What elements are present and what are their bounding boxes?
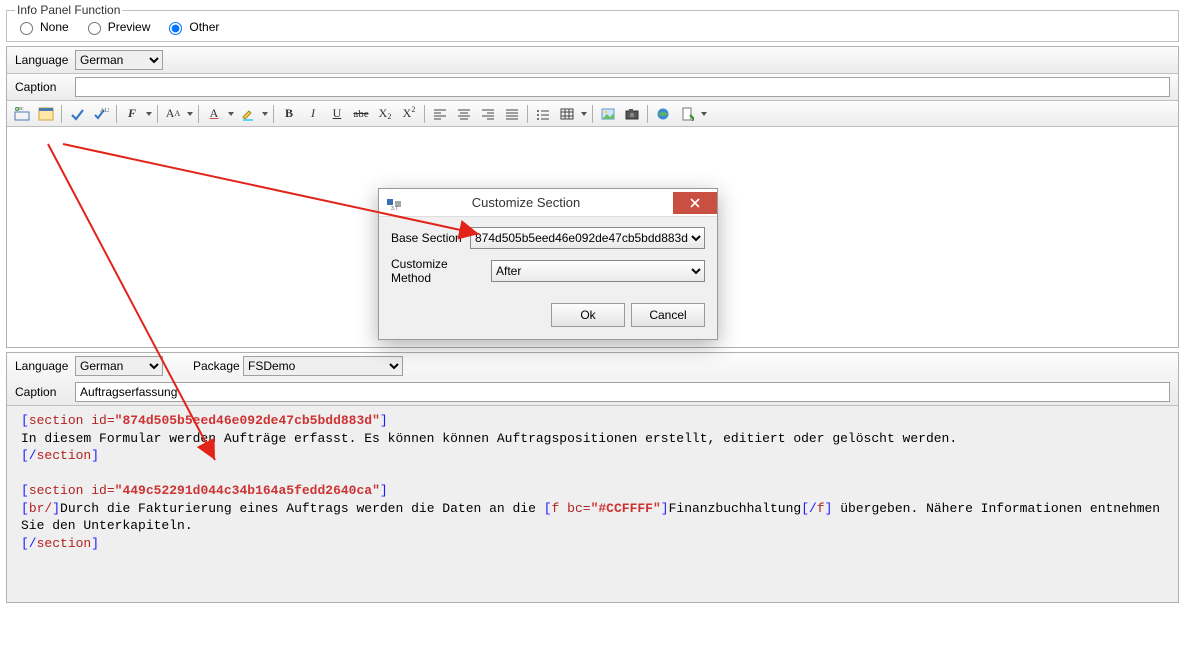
align-left-icon[interactable] [429, 103, 451, 125]
radio-other-label: Other [189, 20, 219, 34]
customize-method-label: Customize Method [391, 257, 491, 285]
toolbar-separator [198, 105, 199, 123]
bottom-language-select[interactable]: German [75, 356, 163, 376]
top-caption-input[interactable] [75, 77, 1170, 97]
base-section-label: Base Section [391, 231, 470, 245]
highlight-color-icon[interactable] [237, 103, 259, 125]
camera-icon[interactable] [621, 103, 643, 125]
document-link-icon[interactable] [676, 103, 698, 125]
dialog-app-icon: 3.7 [385, 194, 403, 212]
code-area[interactable]: [section id="874d505b5eed46e092de47cb5bd… [7, 406, 1178, 602]
globe-link-icon[interactable] [652, 103, 674, 125]
bottom-caption-label: Caption [15, 385, 75, 399]
dialog-titlebar[interactable]: 3.7 Customize Section [379, 189, 717, 217]
radio-none-label: None [40, 20, 69, 34]
customize-section-dialog: 3.7 Customize Section Base Section 874d5… [378, 188, 718, 340]
insert-dropdown[interactable] [700, 103, 708, 125]
toolbar-separator [592, 105, 593, 123]
align-center-icon[interactable] [453, 103, 475, 125]
image-icon[interactable] [597, 103, 619, 125]
dialog-close-button[interactable] [673, 192, 717, 214]
check-icon[interactable] [66, 103, 88, 125]
radio-other[interactable]: Other [164, 19, 219, 35]
info-panel-function-group: Info Panel Function None Preview Other [6, 3, 1179, 42]
customize-method-select[interactable]: After [491, 260, 705, 282]
check-all-icon[interactable]: ALL [90, 103, 112, 125]
svg-text:3.7: 3.7 [391, 206, 398, 211]
bottom-panel: Language German Package FSDemo Caption [… [6, 352, 1179, 603]
top-language-label: Language [15, 53, 75, 67]
font-color-dropdown[interactable] [227, 103, 235, 125]
bottom-package-label: Package [193, 359, 243, 373]
bullet-list-icon[interactable] [532, 103, 554, 125]
bottom-language-label: Language [15, 359, 75, 373]
radio-preview-input[interactable] [88, 22, 101, 35]
bottom-package-select[interactable]: FSDemo [243, 356, 403, 376]
bold-icon[interactable]: B [278, 103, 300, 125]
radio-preview[interactable]: Preview [83, 19, 151, 35]
radio-none-input[interactable] [20, 22, 33, 35]
toolbar-separator [61, 105, 62, 123]
radio-other-input[interactable] [169, 22, 182, 35]
italic-icon[interactable]: I [302, 103, 324, 125]
close-icon [690, 198, 700, 208]
insert-section-icon[interactable]: sec [11, 103, 33, 125]
font-family-icon[interactable]: F [121, 103, 143, 125]
info-panel-legend: Info Panel Function [15, 3, 122, 17]
toolbar-separator [424, 105, 425, 123]
editor-toolbar: sec ALL F AA A B I U abe X2 X2 [7, 101, 1178, 127]
svg-text:ALL: ALL [100, 108, 109, 114]
highlight-color-dropdown[interactable] [261, 103, 269, 125]
align-justify-icon[interactable] [501, 103, 523, 125]
superscript-icon[interactable]: X2 [398, 103, 420, 125]
subscript-icon[interactable]: X2 [374, 103, 396, 125]
font-color-icon[interactable]: A [203, 103, 225, 125]
toolbar-separator [647, 105, 648, 123]
strikethrough-icon[interactable]: abe [350, 103, 372, 125]
font-size-icon[interactable]: AA [162, 103, 184, 125]
table-icon[interactable] [556, 103, 578, 125]
dialog-title: Customize Section [409, 195, 673, 210]
font-family-dropdown[interactable] [145, 103, 153, 125]
bottom-caption-input[interactable] [75, 382, 1170, 402]
ok-button[interactable]: Ok [551, 303, 625, 327]
underline-icon[interactable]: U [326, 103, 348, 125]
top-language-select[interactable]: German [75, 50, 163, 70]
customize-section-icon[interactable] [35, 103, 57, 125]
top-caption-label: Caption [15, 80, 75, 94]
table-dropdown[interactable] [580, 103, 588, 125]
toolbar-separator [116, 105, 117, 123]
base-section-select[interactable]: 874d505b5eed46e092de47cb5bdd883d [470, 227, 705, 249]
radio-preview-label: Preview [108, 20, 151, 34]
font-size-dropdown[interactable] [186, 103, 194, 125]
align-right-icon[interactable] [477, 103, 499, 125]
toolbar-separator [527, 105, 528, 123]
cancel-button[interactable]: Cancel [631, 303, 705, 327]
toolbar-separator [157, 105, 158, 123]
radio-none[interactable]: None [15, 19, 69, 35]
toolbar-separator [273, 105, 274, 123]
